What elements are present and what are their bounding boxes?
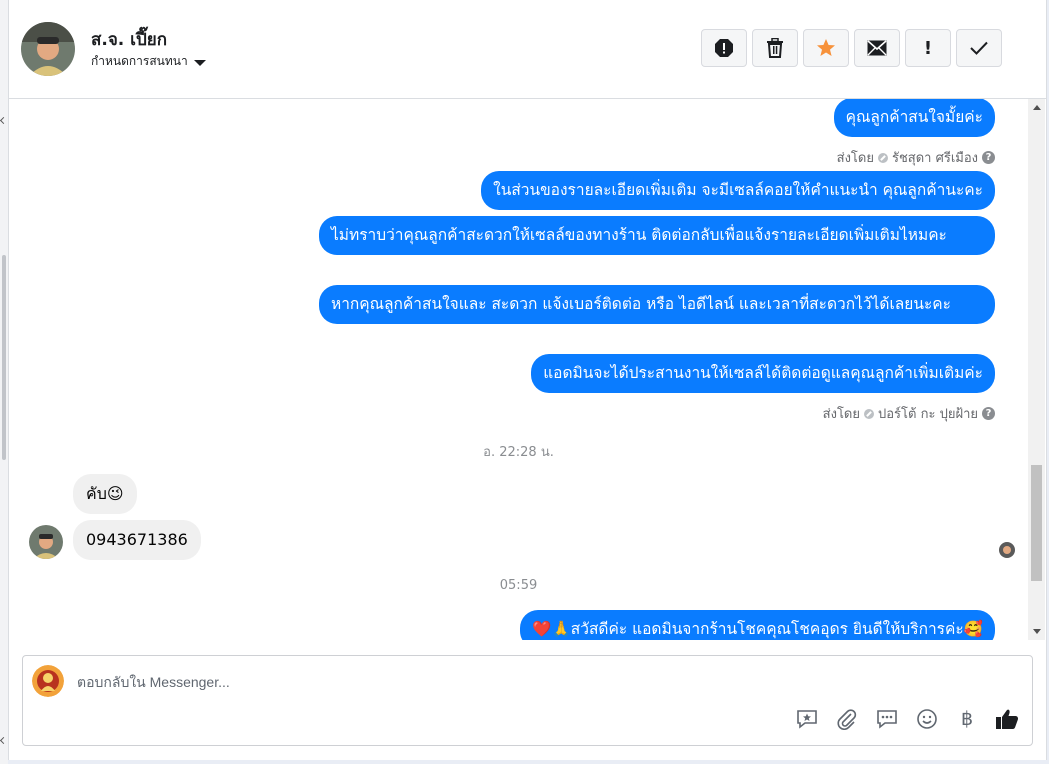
contact-name: ส.จ. เปี๊ยก <box>91 30 168 50</box>
assign-label: กำหนดการสนทนา <box>91 54 188 68</box>
mark-unread-button[interactable] <box>854 29 900 67</box>
page-avatar <box>32 665 64 697</box>
quick-replies-button[interactable] <box>874 706 900 732</box>
attachment-icon <box>837 709 857 730</box>
sent-by-text: ส่งโดย <box>822 407 860 422</box>
reply-input[interactable] <box>75 668 679 696</box>
mark-spam-button[interactable] <box>701 29 747 67</box>
left-gutter <box>0 0 8 764</box>
caret-down-icon <box>193 59 206 66</box>
gutter-scrollbar[interactable] <box>2 255 6 460</box>
message-bubble-outgoing[interactable]: แอดมินจะได้ประสานงานให้เซลล์ได้ติดต่อดูแ… <box>531 354 995 393</box>
message-bubble-incoming[interactable]: คับ😉 <box>73 474 137 514</box>
baht-icon: ฿ <box>960 708 974 730</box>
composer-toolbar: ฿ <box>794 706 1020 732</box>
scroll-down-icon[interactable] <box>1033 629 1041 634</box>
message-bubble-outgoing[interactable]: ในส่วนของรายละเอียดเพิ่มเติม จะมีเซลล์คอ… <box>481 171 995 210</box>
timestamp-separator: อ. 22:28 น. <box>483 445 554 460</box>
gutter-marker <box>0 116 8 125</box>
mail-icon <box>867 40 887 56</box>
conversation-panel: ส.จ. เปี๊ยก กำหนดการสนทนา ! คุณลูกค้าสนใ… <box>8 0 1047 760</box>
follow-up-button[interactable]: ! <box>905 29 951 67</box>
payment-button[interactable]: ฿ <box>954 706 980 732</box>
mark-done-button[interactable] <box>956 29 1002 67</box>
exclamation-icon: ! <box>923 37 933 59</box>
attach-button[interactable] <box>834 706 860 732</box>
conversation-header: ส.จ. เปี๊ยก กำหนดการสนทนา ! <box>9 0 1046 99</box>
message-bubble-outgoing[interactable]: หากคุณลูกค้าสนใจและ สะดวก แจ้งเบอร์ติดต่… <box>319 285 995 324</box>
thread-scrollbar[interactable] <box>1028 99 1045 640</box>
timestamp-separator: 05:59 <box>499 578 538 593</box>
sent-by-label: ส่งโดย ปอร์โต้ กะ ปุยฝ้าย ? <box>823 403 995 424</box>
message-bubble-outgoing[interactable]: คุณลูกค้าสนใจมั้ยค่ะ <box>833 99 995 137</box>
quick-reply-icon <box>877 710 897 729</box>
sent-by-name: รัชสุดา ศรีเมือง <box>891 151 978 166</box>
message-bubble-incoming[interactable]: 0943671386 <box>73 520 201 560</box>
scroll-thumb[interactable] <box>1031 465 1042 581</box>
emoji-button[interactable] <box>914 706 940 732</box>
help-icon[interactable]: ? <box>982 151 995 164</box>
saved-replies-button[interactable] <box>794 706 820 732</box>
admin-badge-icon <box>877 152 888 163</box>
emoji-icon <box>917 709 937 729</box>
scroll-up-icon[interactable] <box>1033 105 1041 110</box>
saved-reply-icon <box>797 710 817 729</box>
gutter-marker <box>0 736 8 745</box>
message-bubble-outgoing[interactable]: ❤️🙏สวัสดีค่ะ แอดมินจากร้านโชคคุณโชคอุดร … <box>520 610 995 640</box>
like-button[interactable] <box>994 706 1020 732</box>
contact-avatar[interactable] <box>21 22 75 76</box>
star-button[interactable] <box>803 29 849 67</box>
delete-button[interactable] <box>752 29 798 67</box>
sent-by-text: ส่งโดย <box>836 151 874 166</box>
check-icon <box>970 41 988 55</box>
admin-badge-icon <box>864 408 874 419</box>
message-bubble-outgoing[interactable]: ไม่ทราบว่าคุณลูกค้าสะดวกให้เซลล์ของทางร้… <box>319 216 995 255</box>
trash-icon <box>767 38 783 58</box>
spam-icon <box>715 39 733 57</box>
sent-by-name: ปอร์โต้ กะ ปุยฝ้าย <box>878 407 978 422</box>
like-icon <box>996 709 1019 729</box>
sent-by-label: ส่งโดย รัชสุดา ศรีเมือง ? <box>837 147 995 168</box>
star-icon <box>817 39 835 56</box>
message-thread: คุณลูกค้าสนใจมั้ยค่ะ ส่งโดย รัชสุดา ศรีเ… <box>9 99 1028 640</box>
header-toolbar: ! <box>701 29 1002 67</box>
assign-conversation-dropdown[interactable]: กำหนดการสนทนา <box>91 52 206 71</box>
sender-avatar[interactable] <box>29 525 63 559</box>
help-icon[interactable]: ? <box>982 407 995 420</box>
seen-indicator-avatar <box>999 542 1015 558</box>
reply-composer: ฿ <box>22 655 1033 746</box>
